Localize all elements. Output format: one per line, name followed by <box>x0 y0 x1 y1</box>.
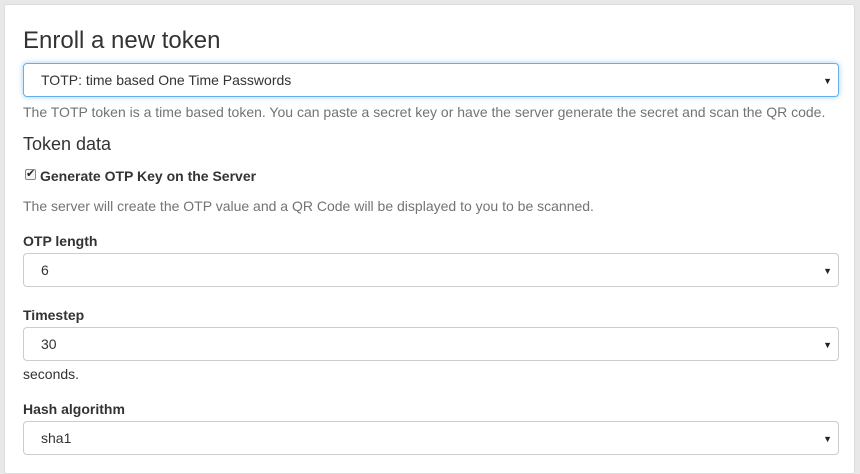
caret-down-icon: ▼ <box>823 76 832 86</box>
otp-length-value: 6 <box>41 262 49 278</box>
hash-algorithm-select[interactable]: sha1 ▼ <box>23 421 839 455</box>
timestep-label: Timestep <box>23 307 85 323</box>
otp-length-select[interactable]: 6 ▼ <box>23 253 839 287</box>
generate-key-label[interactable]: Generate OTP Key on the Server <box>40 167 256 185</box>
caret-down-icon: ▼ <box>823 340 832 350</box>
token-description: The TOTP token is a time based token. Yo… <box>23 104 826 120</box>
token-data-heading: Token data <box>23 134 112 154</box>
generate-key-checkbox[interactable]: ✔ <box>25 168 36 180</box>
hash-algorithm-label: Hash algorithm <box>23 401 125 417</box>
timestep-select[interactable]: 30 ▼ <box>23 327 839 361</box>
hash-algorithm-value: sha1 <box>41 430 72 446</box>
check-icon: ✔ <box>26 168 36 180</box>
caret-down-icon: ▼ <box>823 434 832 444</box>
generate-key-help: The server will create the OTP value and… <box>23 198 594 214</box>
token-type-select[interactable]: TOTP: time based One Time Passwords ▼ <box>23 63 839 97</box>
token-type-value: TOTP: time based One Time Passwords <box>41 72 292 88</box>
page-title: Enroll a new token <box>23 27 221 54</box>
caret-down-icon: ▼ <box>823 266 832 276</box>
timestep-value: 30 <box>41 336 57 352</box>
enroll-token-panel: Enroll a new token TOTP: time based One … <box>4 4 855 474</box>
otp-length-label: OTP length <box>23 233 98 249</box>
timestep-unit: seconds. <box>23 366 80 382</box>
